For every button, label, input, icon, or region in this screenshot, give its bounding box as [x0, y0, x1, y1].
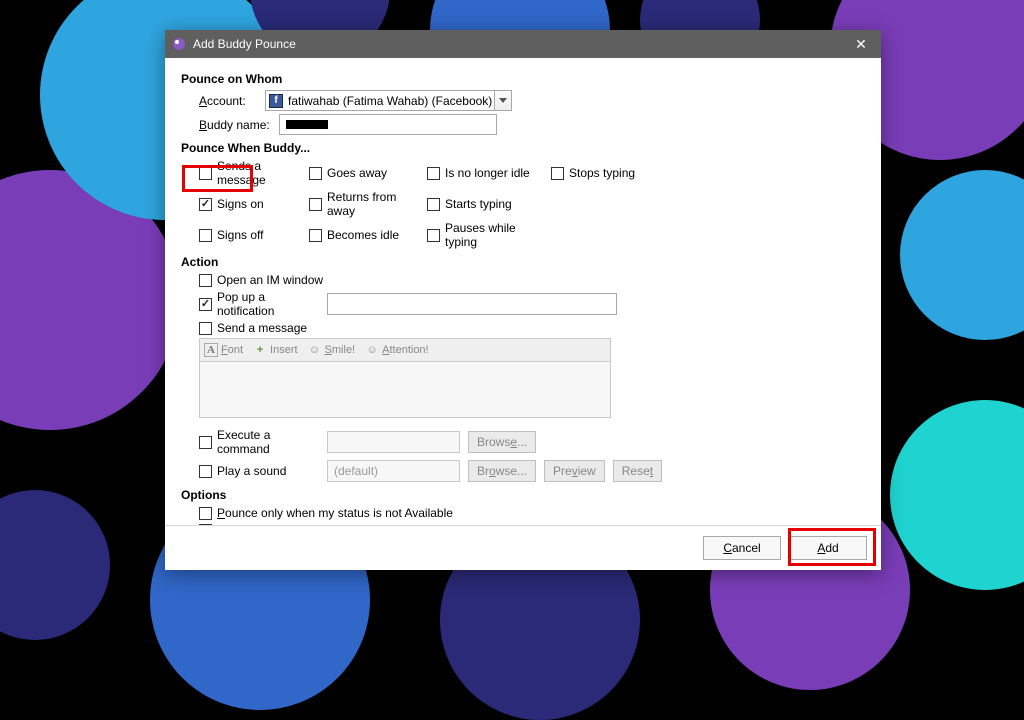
chk-exec-cmd[interactable]: Execute a command — [199, 428, 319, 456]
tb-font: AFont — [204, 343, 243, 357]
section-options: Options — [181, 488, 867, 502]
chk-sends-message[interactable]: Sends a message — [199, 159, 309, 187]
popup-text-input[interactable] — [327, 293, 617, 315]
chk-signs-off[interactable]: Signs off — [199, 221, 309, 249]
message-textarea — [199, 362, 611, 418]
section-action: Action — [181, 255, 867, 269]
account-selected-value: fatiwahab (Fatima Wahab) (Facebook) — [286, 94, 494, 108]
sound-input: (default) — [327, 460, 460, 482]
chk-pauses-typing[interactable]: Pauses while typing — [427, 221, 551, 249]
buddy-name-redacted — [286, 120, 328, 129]
chk-play-sound[interactable]: Play a sound — [199, 464, 319, 478]
chk-becomes-idle[interactable]: Becomes idle — [309, 221, 427, 249]
message-format-toolbar: AFont +Insert ☺Smile! ☺Attention! — [199, 338, 611, 362]
chk-returns-away[interactable]: Returns from away — [309, 190, 427, 218]
preview-button: Preview — [544, 460, 605, 482]
account-label: Account: — [199, 94, 265, 108]
reset-button: Reset — [613, 460, 662, 482]
section-pounce-whom: Pounce on Whom — [181, 72, 867, 86]
tb-smile: ☺Smile! — [308, 343, 356, 357]
chk-open-im[interactable]: Open an IM window — [199, 273, 323, 287]
buddy-name-label: Buddy name: — [199, 118, 279, 132]
window-title: Add Buddy Pounce — [193, 37, 841, 51]
exec-cmd-input — [327, 431, 460, 453]
chk-signs-on[interactable]: Signs on — [199, 190, 309, 218]
buddy-name-input[interactable] — [279, 114, 497, 135]
add-buddy-pounce-dialog: Add Buddy Pounce ✕ Pounce on Whom Accoun… — [165, 30, 881, 570]
chk-status-available[interactable]: Pounce only when my status is not Availa… — [199, 506, 453, 520]
chevron-down-icon — [494, 91, 511, 110]
close-icon[interactable]: ✕ — [841, 30, 881, 58]
app-icon — [171, 36, 187, 52]
titlebar[interactable]: Add Buddy Pounce ✕ — [165, 30, 881, 58]
chk-goes-away[interactable]: Goes away — [309, 159, 427, 187]
chk-send-msg[interactable]: Send a message — [199, 321, 307, 335]
chk-starts-typing[interactable]: Starts typing — [427, 190, 551, 218]
account-dropdown[interactable]: f fatiwahab (Fatima Wahab) (Facebook) — [265, 90, 512, 111]
facebook-icon: f — [269, 94, 283, 108]
chk-stops-typing[interactable]: Stops typing — [551, 159, 651, 187]
chk-no-longer-idle[interactable]: Is no longer idle — [427, 159, 551, 187]
cancel-button[interactable]: Cancel — [703, 536, 781, 560]
section-pounce-when: Pounce When Buddy... — [181, 141, 867, 155]
tb-insert: +Insert — [253, 343, 298, 357]
add-button[interactable]: Add — [789, 536, 867, 560]
browse-sound-button: Browse... — [468, 460, 536, 482]
chk-popup[interactable]: Pop up a notification — [199, 290, 319, 318]
browse-cmd-button: Browse... — [468, 431, 536, 453]
tb-attention: ☺Attention! — [365, 343, 428, 357]
